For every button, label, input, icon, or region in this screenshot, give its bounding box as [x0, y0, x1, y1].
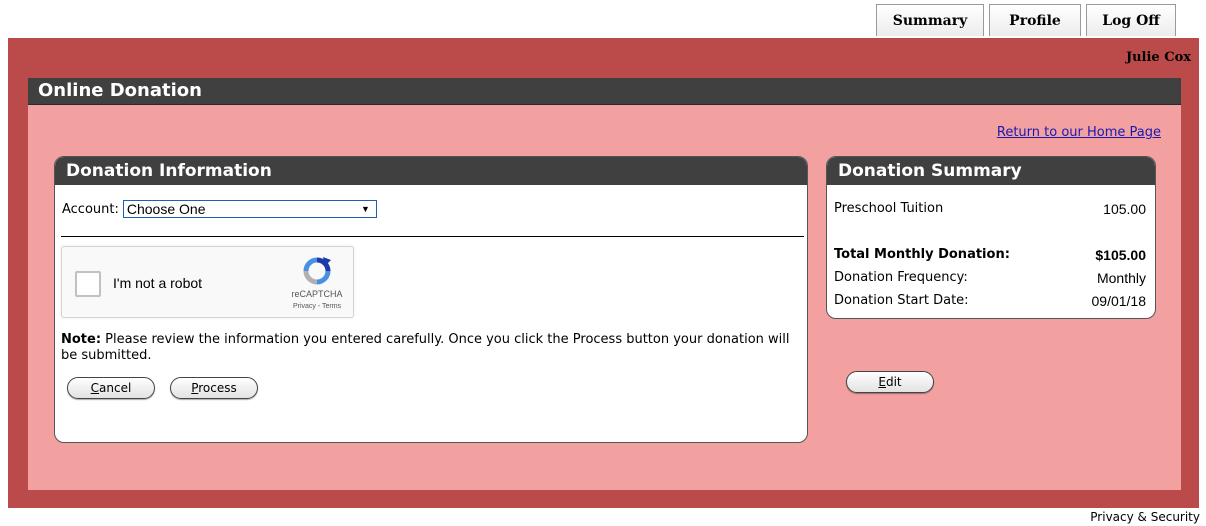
summary-frequency-value: Monthly [1096, 270, 1146, 286]
edit-button[interactable]: Edit [846, 371, 934, 393]
summary-item-row: Preschool Tuition 105.00 [834, 201, 1146, 217]
recaptcha-widget: I'm not a robot reCAPTCHA Privacy - Term… [61, 246, 354, 318]
summary-start-date-label: Donation Start Date: [834, 293, 969, 308]
main-frame: Julie Cox Online Donation Return to our … [8, 38, 1199, 508]
content-area: Online Donation Return to our Home Page … [28, 78, 1181, 490]
summary-frequency-row: Donation Frequency: Monthly [834, 270, 1146, 286]
tab-summary[interactable]: Summary [876, 4, 984, 36]
privacy-security-link[interactable]: Privacy & Security [1090, 510, 1200, 524]
account-row: Account: Choose One ▼ [62, 200, 377, 218]
summary-item-value: 105.00 [1103, 201, 1146, 217]
summary-frequency-label: Donation Frequency: [834, 270, 968, 285]
cancel-button-label: ancel [99, 381, 132, 395]
donation-summary-panel: Donation Summary Preschool Tuition 105.0… [826, 156, 1156, 319]
top-tabs: Summary Profile Log Off [876, 4, 1176, 36]
recaptcha-label: I'm not a robot [113, 275, 203, 291]
dropdown-arrow-icon: ▼ [360, 204, 370, 214]
recaptcha-brand: reCAPTCHA [291, 289, 343, 299]
note-label: Note: [61, 332, 102, 347]
account-label: Account: [62, 201, 119, 217]
user-name: Julie Cox [1125, 50, 1191, 65]
summary-total-row: Total Monthly Donation: $105.00 [834, 247, 1146, 263]
page-title: Online Donation [28, 78, 1181, 105]
edit-button-accesskey: E [878, 375, 886, 389]
process-button[interactable]: Process [170, 377, 258, 399]
note-text: Please review the information you entere… [61, 332, 790, 363]
divider [61, 236, 804, 237]
review-note: Note: Please review the information you … [61, 332, 801, 364]
tab-log-off[interactable]: Log Off [1086, 4, 1176, 36]
donation-information-title: Donation Information [55, 157, 807, 185]
tab-profile[interactable]: Profile [989, 4, 1081, 36]
cancel-button[interactable]: Cancel [67, 377, 155, 399]
process-button-label: rocess [198, 381, 237, 395]
recaptcha-logo-icon [303, 257, 331, 285]
donation-information-panel: Donation Information Account: Choose One… [54, 156, 808, 443]
summary-start-date-row: Donation Start Date: 09/01/18 [834, 293, 1146, 309]
account-select[interactable]: Choose One ▼ [122, 200, 377, 218]
account-select-value: Choose One [126, 201, 206, 217]
summary-start-date-value: 09/01/18 [1091, 293, 1147, 309]
summary-total-label: Total Monthly Donation: [834, 247, 1010, 262]
edit-button-label: dit [885, 375, 902, 389]
home-page-link[interactable]: Return to our Home Page [997, 125, 1161, 140]
summary-item-label: Preschool Tuition [834, 201, 944, 216]
donation-summary-title: Donation Summary [827, 157, 1155, 185]
recaptcha-terms-link[interactable]: Privacy - Terms [288, 303, 346, 310]
summary-total-value: $105.00 [1095, 247, 1146, 263]
cancel-button-accesskey: C [90, 381, 100, 395]
recaptcha-checkbox[interactable] [75, 271, 101, 297]
